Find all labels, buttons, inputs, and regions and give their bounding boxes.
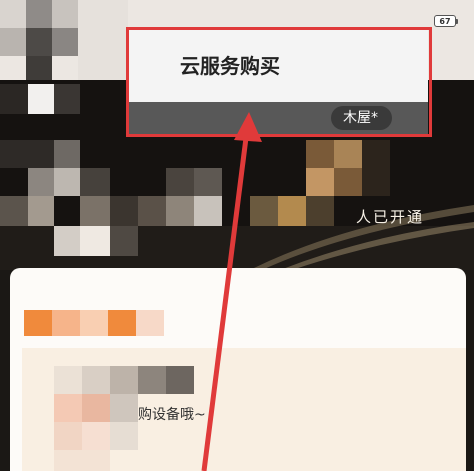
battery-icon: 67	[434, 15, 458, 27]
opened-users-text: 人已开通	[356, 208, 425, 226]
pixelated-panel-header	[24, 310, 164, 336]
store-pill[interactable]: 木屋*	[331, 106, 392, 130]
cloud-service-purchase-label: 云服务购买	[180, 54, 280, 78]
cloud-service-purchase-item[interactable]: 云服务购买	[128, 30, 428, 102]
menu-strip: 木屋*	[128, 102, 428, 134]
panel-inner	[22, 348, 466, 471]
panel-hint-text: 购设备哦~	[138, 407, 206, 423]
bottom-panel	[10, 268, 466, 471]
battery-level: 67	[439, 16, 451, 26]
